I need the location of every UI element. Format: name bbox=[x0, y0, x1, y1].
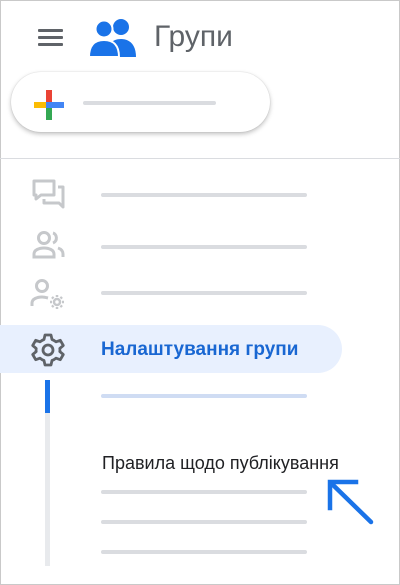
settings-subnav-active-indicator bbox=[45, 380, 50, 413]
nav-item-conversations[interactable] bbox=[0, 172, 330, 218]
nav-item-members[interactable] bbox=[0, 222, 330, 268]
create-button-label-placeholder bbox=[83, 101, 216, 105]
subnav-item-label-placeholder bbox=[101, 520, 307, 524]
nav-item-member-settings[interactable] bbox=[0, 270, 330, 316]
plus-icon bbox=[34, 90, 64, 120]
nav-item-label-placeholder bbox=[101, 291, 307, 295]
subnav-item-active[interactable] bbox=[90, 384, 320, 408]
subnav-item-posting-rules[interactable]: Правила щодо публікування bbox=[96, 446, 376, 480]
subnav-item[interactable] bbox=[90, 540, 320, 564]
subnav-item-label-placeholder bbox=[101, 490, 307, 494]
conversations-icon bbox=[32, 179, 65, 209]
members-icon bbox=[32, 231, 65, 259]
app-title: Групи bbox=[154, 20, 233, 53]
arrow-pointer-icon bbox=[327, 479, 374, 525]
nav-item-label-placeholder bbox=[101, 193, 307, 197]
menu-icon bbox=[38, 29, 63, 32]
menu-icon-line bbox=[38, 36, 63, 39]
posting-rules-label: Правила щодо публікування bbox=[102, 453, 339, 473]
subnav-item[interactable] bbox=[90, 510, 320, 534]
groups-logo-icon bbox=[89, 19, 136, 58]
header-divider bbox=[0, 158, 400, 159]
subnav-item-label-placeholder bbox=[101, 550, 307, 554]
subnav-item-label-placeholder bbox=[101, 394, 307, 398]
menu-button[interactable] bbox=[36, 27, 66, 49]
menu-icon-line bbox=[38, 43, 63, 46]
member-settings-icon bbox=[30, 279, 64, 309]
subnav-item[interactable] bbox=[90, 480, 320, 504]
group-settings-label: Налаштування групи bbox=[101, 339, 299, 360]
gear-icon bbox=[31, 333, 65, 367]
nav-item-label-placeholder bbox=[101, 245, 307, 249]
